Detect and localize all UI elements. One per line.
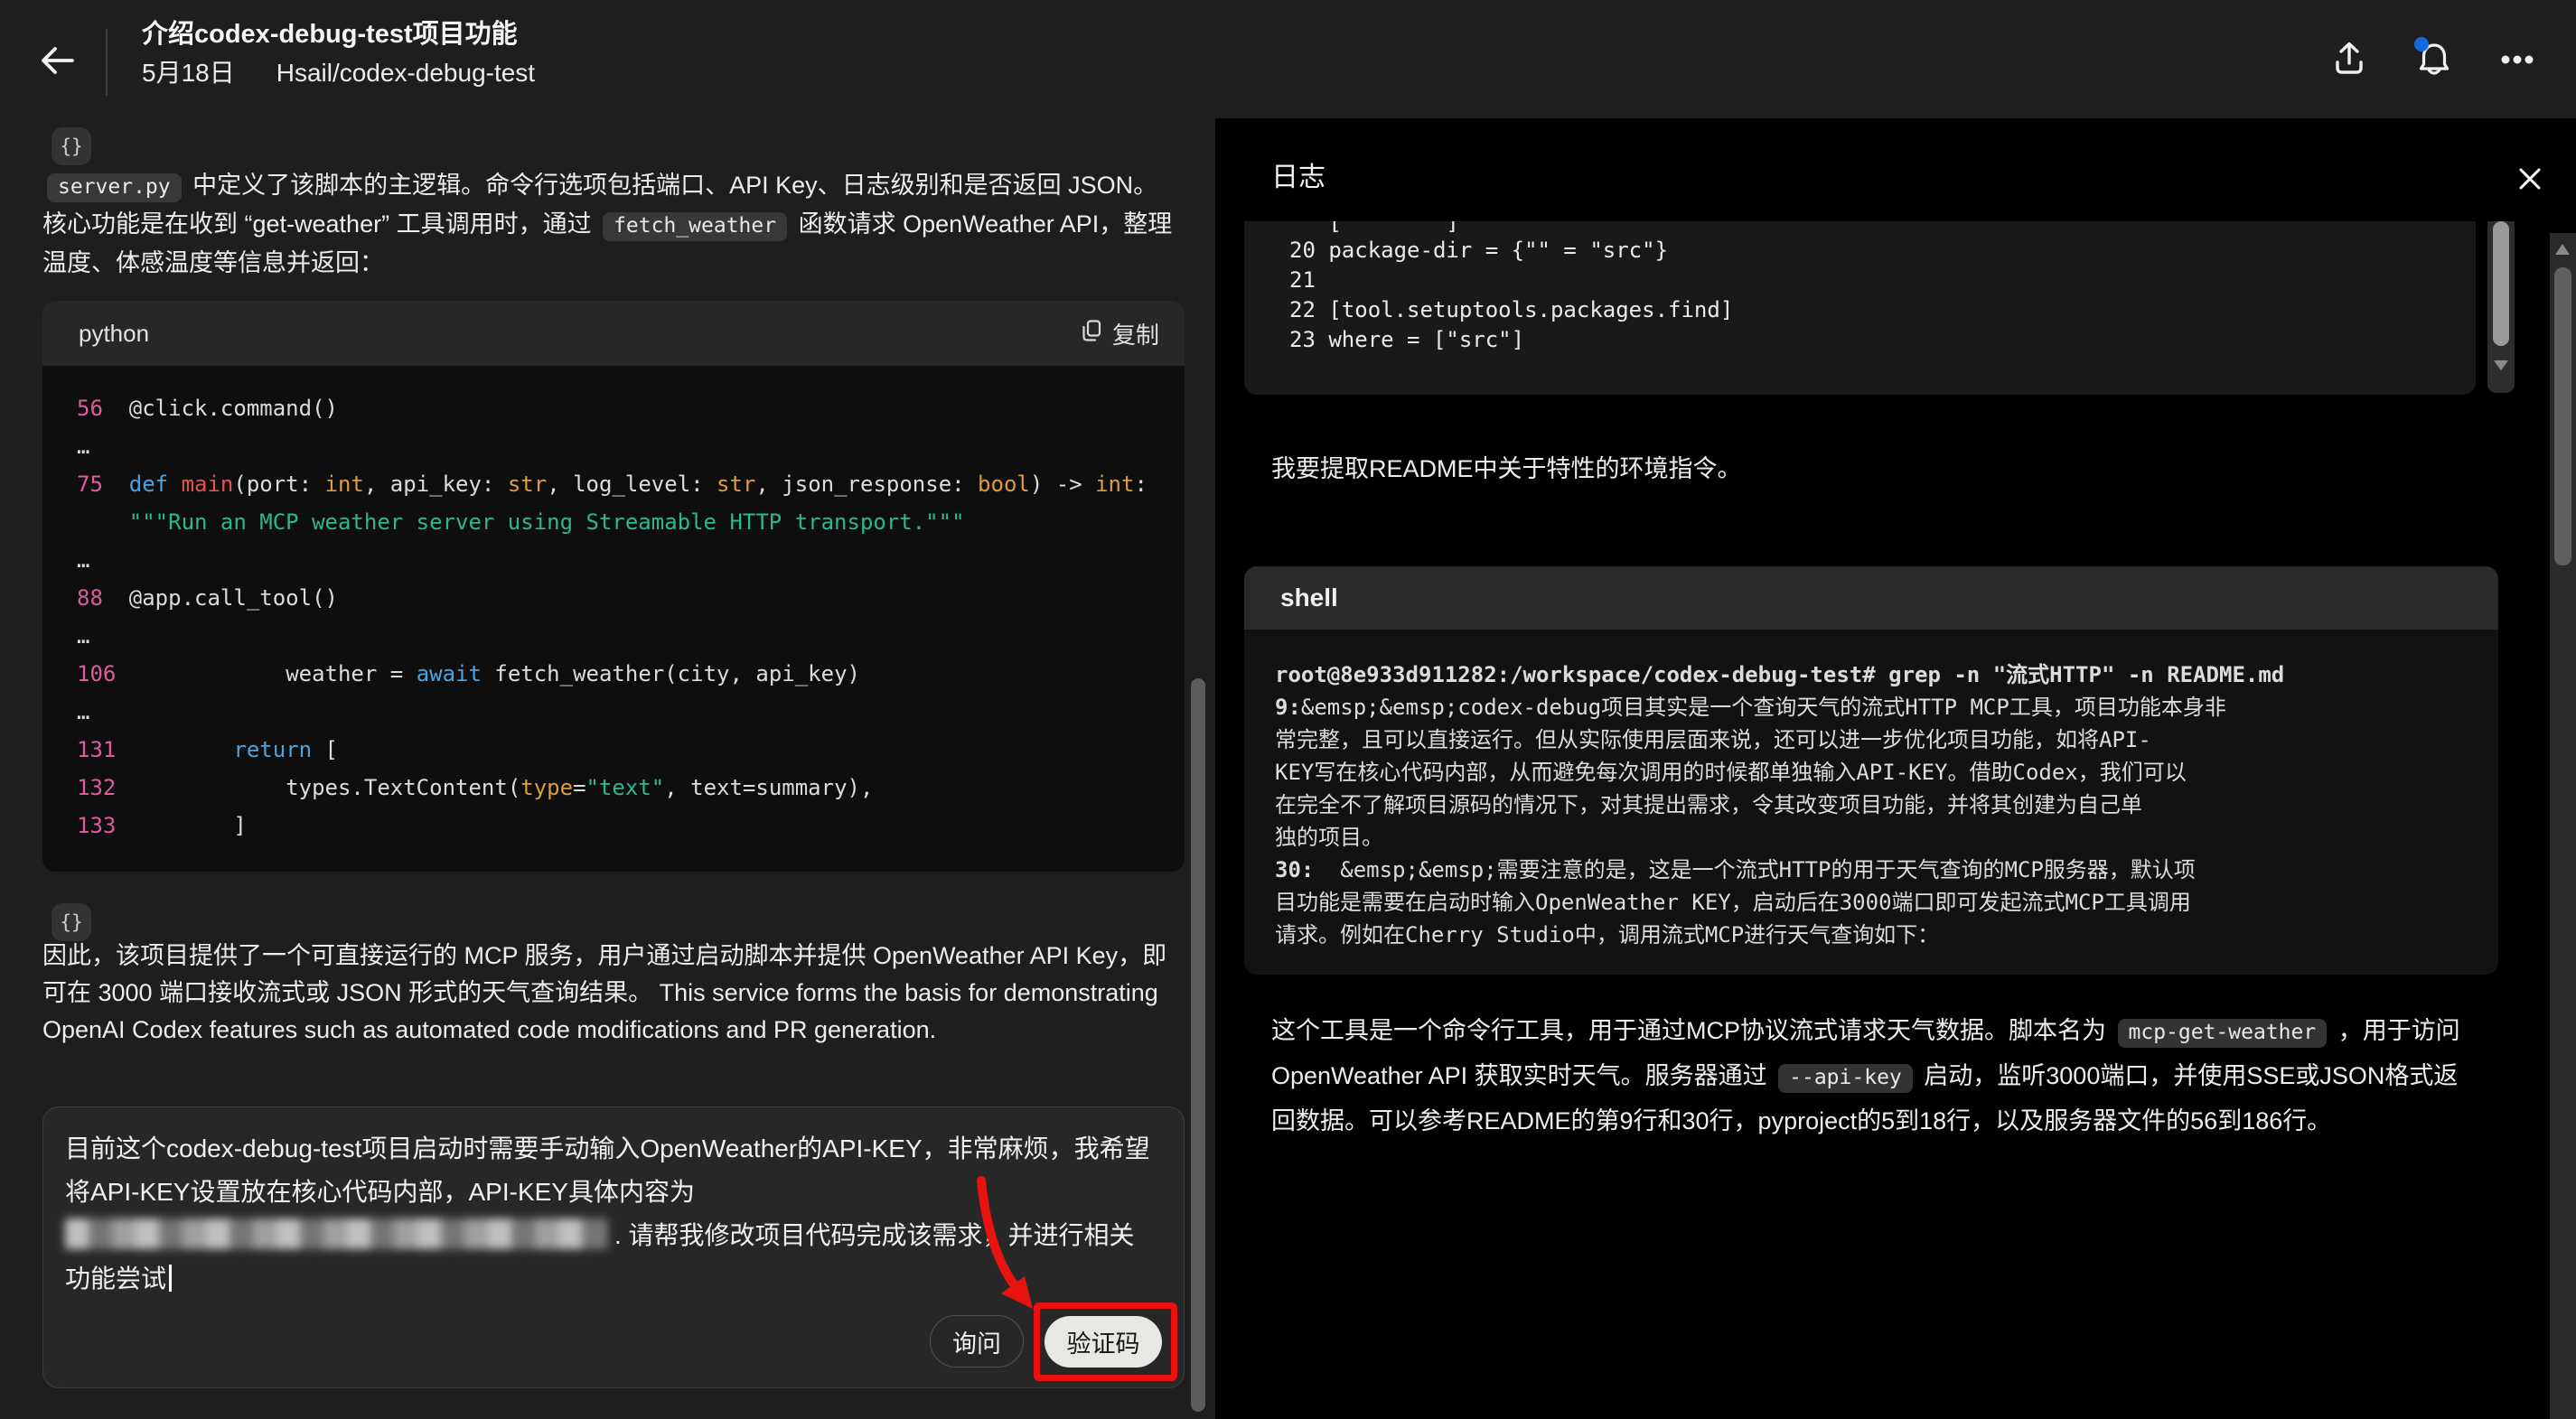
code-line: 75def main(port: int, api_key: str, log_… (77, 465, 1166, 503)
shell-code-block: shell root@8e933d911282:/workspace/codex… (1244, 566, 2498, 975)
code-line: 106 weather = await fetch_weather(city, … (77, 655, 1166, 693)
code-braces-icon: {} (52, 903, 91, 941)
code-block-scrollbar[interactable] (2487, 221, 2515, 393)
redacted-api-key (65, 1218, 607, 1249)
code-line: 56@click.command() (77, 389, 1166, 427)
conversation-panel: {} server.py 中定义了该脚本的主逻辑。命令行选项包括端口、API K… (0, 118, 1215, 1419)
copy-icon (1079, 318, 1104, 350)
pyproject-code-content: [" "]20package-dir = {"" = "src"}2122[to… (1244, 221, 2476, 355)
captcha-button[interactable]: 验证码 (1044, 1316, 1162, 1368)
codex-app-window: 介绍codex-debug-test项目功能 5月18日 Hsail/codex… (0, 0, 2576, 1419)
inline-code-chip: mcp-get-weather (2118, 1019, 2328, 1048)
code-line: … (77, 427, 1166, 465)
code-line: 22[tool.setuptools.packages.find] (1289, 295, 2476, 325)
code-line: … (77, 617, 1166, 655)
code-line: 请求。例如在Cherry Studio中，调用流式MCP进行天气查询如下： (1275, 919, 2468, 951)
assistant-paragraph: 因此，该项目提供了一个可直接运行的 MCP 服务，用户通过启动脚本并提供 Ope… (42, 938, 1174, 1049)
copy-button[interactable]: 复制 (1079, 317, 1159, 350)
code-language-label: python (79, 320, 149, 348)
left-scrollbar-thumb[interactable] (1191, 678, 1205, 1412)
code-line: 30: &emsp;&emsp;需要注意的是，这是一个流式HTTP的用于天气查询… (1275, 854, 2468, 886)
app-header: 介绍codex-debug-test项目功能 5月18日 Hsail/codex… (0, 0, 2576, 118)
pyproject-code-block: [" "]20package-dir = {"" = "src"}2122[to… (1244, 221, 2476, 395)
code-line: KEY写在核心代码内部，从而避免每次调用的时候都单独输入API-KEY。借助Co… (1275, 756, 2468, 789)
notifications-button[interactable] (2411, 36, 2454, 79)
log-summary-paragraph: 这个工具是一个命令行工具，用于通过MCP协议流式请求天气数据。脚本名为 mcp-… (1271, 1009, 2482, 1143)
code-line: 9:&emsp;&emsp;codex-debug项目其实是一个查询天气的流式H… (1275, 691, 2468, 724)
scroll-up-arrow-icon[interactable] (2555, 244, 2570, 255)
close-icon (2509, 189, 2551, 202)
code-line: 132 types.TextContent(type="text", text=… (77, 769, 1166, 807)
assistant-paragraph: server.py 中定义了该脚本的主逻辑。命令行选项包括端口、API Key、… (42, 167, 1174, 282)
panel-scrollbar[interactable] (2550, 233, 2576, 1419)
copy-label: 复制 (1112, 317, 1159, 350)
text-cursor (169, 1265, 172, 1292)
code-line: 常完整，且可以直接运行。但从实际使用层面来说，还可以进一步优化项目功能，如将AP… (1275, 724, 2468, 756)
code-line: 独的项目。 (1275, 821, 2468, 854)
code-line: … (77, 693, 1166, 731)
notification-dot (2414, 37, 2429, 51)
scroll-down-arrow-icon[interactable] (2494, 360, 2508, 370)
close-panel-button[interactable] (2509, 158, 2551, 200)
share-button[interactable] (2328, 38, 2371, 81)
ask-button[interactable]: 询问 (930, 1315, 1024, 1368)
code-line: """Run an MCP weather server using Strea… (77, 503, 1166, 541)
inline-code-chip: server.py (47, 173, 182, 202)
code-braces-icon: {} (52, 127, 91, 165)
scrollbar-thumb[interactable] (2493, 221, 2509, 346)
logs-panel-title: 日志 (1271, 154, 1325, 194)
inline-code-chip: --api-key (1778, 1064, 1913, 1093)
code-line: 在完全不了解项目源码的情况下，对其提出需求，令其改变项目功能，并将其创建为自己单 (1275, 789, 2468, 821)
page-title: 介绍codex-debug-test项目功能 (142, 19, 535, 50)
task-titles: 介绍codex-debug-test项目功能 5月18日 Hsail/codex… (142, 19, 535, 89)
repo-name: Hsail/codex-debug-test (276, 58, 535, 89)
header-divider (106, 29, 108, 96)
code-line: root@8e933d911282:/workspace/codex-debug… (1275, 658, 2468, 691)
code-line: 目功能是需要在启动时输入OpenWeather KEY，启动后在3000端口即可… (1275, 886, 2468, 919)
logs-panel: 日志 [" "]20package-dir = {"" = "src"}2122… (1215, 118, 2576, 1419)
code-line: 131 return [ (77, 731, 1166, 769)
inline-code-chip: fetch_weather (603, 212, 787, 241)
code-line: 21 (1289, 266, 2476, 295)
code-line: 23where = ["src"] (1289, 325, 2476, 355)
prompt-composer[interactable]: 目前这个codex-debug-test项目启动时需要手动输入OpenWeath… (42, 1106, 1185, 1388)
back-button[interactable] (34, 38, 80, 83)
scrollbar-thumb[interactable] (2554, 267, 2571, 565)
code-line: … (77, 541, 1166, 579)
shell-block-header: shell (1244, 566, 2498, 630)
ellipsis-icon (2496, 70, 2539, 84)
code-line: 133 ] (77, 807, 1166, 845)
log-note-text: 我要提取README中关于特性的环境指令。 (1271, 449, 1742, 484)
code-line: 88@app.call_tool() (77, 579, 1166, 617)
python-code-content: 56@click.command()…75def main(port: int,… (42, 366, 1185, 863)
back-arrow-icon (34, 72, 80, 86)
code-block-header: python 复制 (42, 301, 1185, 366)
bell-icon (2411, 70, 2456, 84)
code-line: [" "] (1289, 221, 2476, 236)
task-date: 5月18日 (142, 58, 235, 89)
composer-input[interactable]: 目前这个codex-debug-test项目启动时需要手动输入OpenWeath… (65, 1127, 1158, 1301)
shell-output-content: root@8e933d911282:/workspace/codex-debug… (1244, 630, 2498, 975)
code-line: 20package-dir = {"" = "src"} (1289, 236, 2476, 266)
python-code-block: python 复制 56@click.command()…75def main(… (42, 301, 1185, 872)
overflow-menu-button[interactable] (2496, 38, 2539, 81)
share-upload-icon (2328, 70, 2371, 84)
shell-language-label: shell (1280, 583, 1338, 612)
